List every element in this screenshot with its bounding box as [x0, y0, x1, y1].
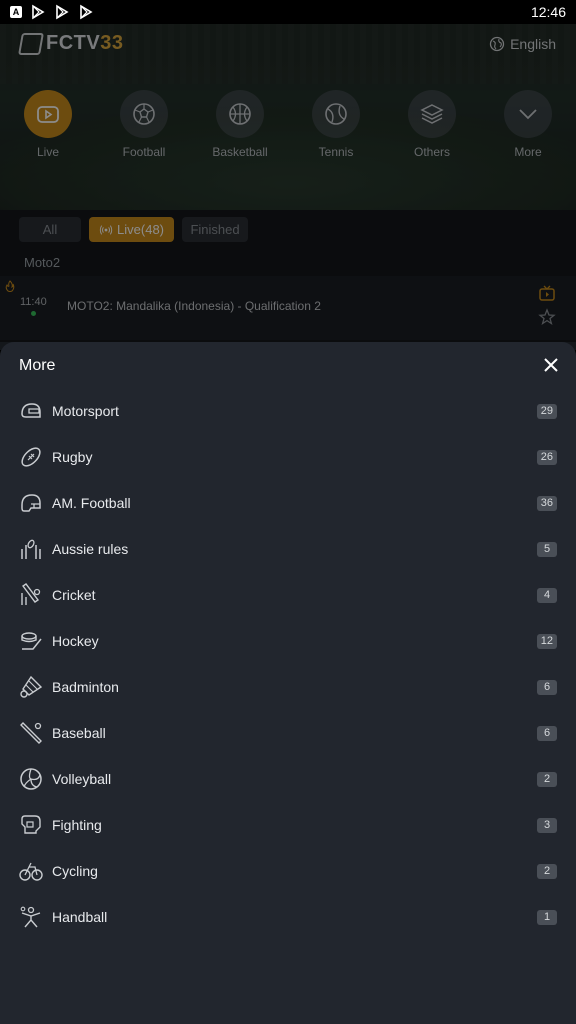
sport-name: Cricket: [52, 587, 96, 603]
count-badge: 1: [537, 909, 557, 925]
volleyball-icon: [19, 767, 43, 791]
sheet-title: More: [19, 357, 56, 374]
hockey-icon: [19, 629, 43, 653]
sport-name: Hockey: [52, 633, 99, 649]
status-bar: A 12:46: [0, 0, 576, 24]
count-badge: 3: [537, 817, 557, 833]
cycling-icon: [19, 859, 43, 883]
play-store-icon: [56, 4, 69, 20]
play-store-icon: [32, 4, 45, 20]
list-item-fighting[interactable]: Fighting 3: [0, 802, 576, 848]
sport-name: Volleyball: [52, 771, 112, 787]
list-item-aussie-rules[interactable]: Aussie rules 5: [0, 526, 576, 572]
count-badge: 36: [536, 495, 557, 511]
count-badge: 12: [536, 633, 557, 649]
sports-list: Motorsport 29 Rugby 26 AM. Football 36 A…: [0, 388, 576, 940]
rugby-ball-icon: [19, 445, 43, 469]
count-badge: 6: [537, 725, 557, 741]
list-item-hockey[interactable]: Hockey 12: [0, 618, 576, 664]
baseball-bat-icon: [19, 721, 43, 745]
close-icon[interactable]: [542, 356, 560, 374]
sport-name: Fighting: [52, 817, 102, 833]
count-badge: 2: [537, 771, 557, 787]
sport-name: Aussie rules: [52, 541, 129, 557]
boxing-glove-icon: [19, 813, 43, 837]
more-sports-sheet: More Motorsport 29 Rugby 26 AM. Football…: [0, 342, 576, 1024]
sport-name: Cycling: [52, 863, 98, 879]
sport-name: Badminton: [52, 679, 119, 695]
list-item-badminton[interactable]: Badminton 6: [0, 664, 576, 710]
count-badge: 29: [536, 403, 557, 419]
clock: 12:46: [530, 4, 566, 20]
shuttlecock-icon: [19, 675, 43, 699]
sport-name: AM. Football: [52, 495, 131, 511]
cricket-icon: [19, 583, 43, 607]
list-item-am-football[interactable]: AM. Football 36: [0, 480, 576, 526]
list-item-motorsport[interactable]: Motorsport 29: [0, 388, 576, 434]
aussie-rules-icon: [19, 537, 43, 561]
list-item-rugby[interactable]: Rugby 26: [0, 434, 576, 480]
count-badge: 5: [537, 541, 557, 557]
sport-name: Handball: [52, 909, 108, 925]
list-item-handball[interactable]: Handball 1: [0, 894, 576, 940]
count-badge: 6: [537, 679, 557, 695]
count-badge: 2: [537, 863, 557, 879]
list-item-cycling[interactable]: Cycling 2: [0, 848, 576, 894]
list-item-cricket[interactable]: Cricket 4: [0, 572, 576, 618]
notification-a-icon: A: [10, 6, 22, 18]
sport-name: Baseball: [52, 725, 106, 741]
modal-overlay[interactable]: [0, 0, 576, 342]
football-helmet-icon: [19, 491, 43, 515]
sport-name: Rugby: [52, 449, 93, 465]
handball-icon: [19, 905, 43, 929]
count-badge: 4: [537, 587, 557, 603]
count-badge: 26: [536, 449, 557, 465]
helmet-icon: [19, 399, 43, 423]
play-store-icon: [80, 4, 93, 20]
list-item-baseball[interactable]: Baseball 6: [0, 710, 576, 756]
list-item-volleyball[interactable]: Volleyball 2: [0, 756, 576, 802]
sport-name: Motorsport: [52, 403, 119, 419]
